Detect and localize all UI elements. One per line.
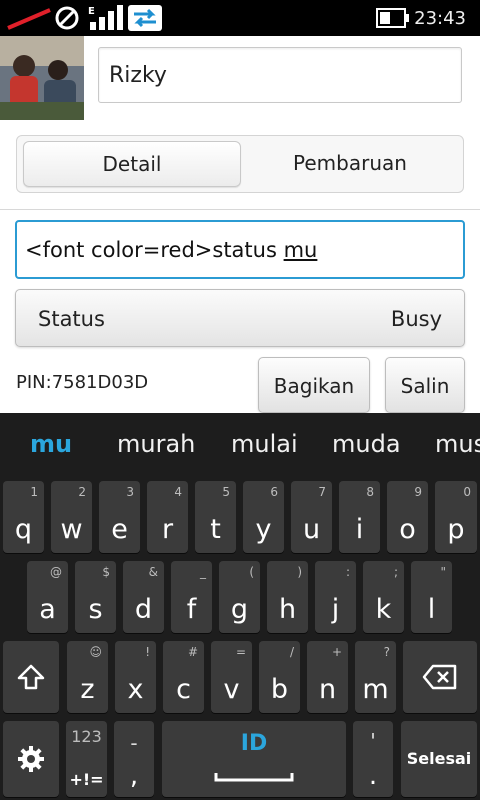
suggestion-3[interactable]: mulai xyxy=(231,413,298,475)
suggestion-5[interactable]: mus xyxy=(435,413,480,475)
language-label: ID xyxy=(240,731,268,756)
signal-edge-icon: E xyxy=(88,0,128,36)
settings-gear-icon xyxy=(3,721,59,797)
backspace-icon xyxy=(403,641,477,713)
battery-icon xyxy=(376,0,410,36)
share-button[interactable]: Bagikan xyxy=(258,357,370,413)
pin-label: PIN:7581D03D xyxy=(16,372,149,393)
space-bar-icon xyxy=(214,768,294,787)
status-select-label: Status xyxy=(38,307,105,331)
status-select-value: Busy xyxy=(390,307,442,331)
key-h[interactable]: ) h xyxy=(267,561,308,633)
copy-button[interactable]: Salin xyxy=(385,357,465,413)
apostrophe-period-key[interactable]: ' . xyxy=(353,721,393,797)
key-p[interactable]: 0p xyxy=(435,481,477,553)
settings-key[interactable] xyxy=(3,721,59,797)
key-n[interactable]: + n xyxy=(307,641,348,713)
key-g[interactable]: (g xyxy=(219,561,260,633)
key-b[interactable]: / b xyxy=(259,641,300,713)
key-i[interactable]: 8i xyxy=(339,481,380,553)
composing-text: mu xyxy=(283,238,318,262)
status-bar: E 23:43 xyxy=(0,0,480,36)
key-k[interactable]: ; k xyxy=(363,561,404,633)
avatar[interactable] xyxy=(0,36,84,120)
do-not-disturb-icon xyxy=(54,0,80,36)
key-y[interactable]: 6y xyxy=(243,481,284,553)
dash-comma-key[interactable]: - , xyxy=(114,721,154,797)
key-t[interactable]: 5t xyxy=(195,481,236,553)
key-w[interactable]: 2w xyxy=(51,481,92,553)
space-bar[interactable]: ID xyxy=(162,721,346,797)
key-l[interactable]: " l xyxy=(411,561,452,633)
key-d[interactable]: & d xyxy=(123,561,164,633)
clock: 23:43 xyxy=(414,7,466,29)
key-f[interactable]: _ f xyxy=(171,561,212,633)
shift-key[interactable] xyxy=(3,641,59,713)
tab-bar: Detail Pembaruan xyxy=(16,135,464,193)
status-message-input[interactable]: <font color=red>status mu xyxy=(15,220,465,279)
done-key[interactable]: Selesai xyxy=(401,721,477,797)
suggestion-2[interactable]: murah xyxy=(117,413,195,475)
symbols-key[interactable]: 123 +!= xyxy=(66,721,107,797)
key-j[interactable]: :j xyxy=(315,561,356,633)
divider xyxy=(0,209,480,210)
svg-text:E: E xyxy=(88,6,95,17)
shift-icon xyxy=(3,641,59,713)
status-select[interactable]: Status Busy xyxy=(15,289,465,347)
name-field[interactable]: Rizky xyxy=(98,47,462,103)
key-e[interactable]: 3e xyxy=(99,481,140,553)
key-a[interactable]: @ a xyxy=(27,561,68,633)
tab-updates[interactable]: Pembaruan xyxy=(247,141,453,185)
key-z[interactable]: ☺ z xyxy=(67,641,108,713)
suggestion-4[interactable]: muda xyxy=(332,413,401,475)
backspace-key[interactable] xyxy=(403,641,477,713)
tab-detail[interactable]: Detail xyxy=(23,141,241,187)
no-sim-icon xyxy=(4,0,52,36)
key-r[interactable]: 4r xyxy=(147,481,188,553)
key-v[interactable]: = v xyxy=(211,641,252,713)
key-u[interactable]: 7u xyxy=(291,481,332,553)
key-s[interactable]: $ s xyxy=(75,561,116,633)
key-q[interactable]: 1q xyxy=(3,481,44,553)
key-o[interactable]: 9o xyxy=(387,481,428,553)
key-x[interactable]: ! x xyxy=(115,641,156,713)
key-c[interactable]: # c xyxy=(163,641,204,713)
key-m[interactable]: ? m xyxy=(355,641,396,713)
data-sync-icon xyxy=(128,0,162,36)
suggestion-1[interactable]: mu xyxy=(30,413,72,475)
soft-keyboard: mu murah mulai muda mus 1q 2w 3e 4r 5t 6… xyxy=(0,413,480,800)
status-text: <font color=red>status xyxy=(25,238,284,262)
